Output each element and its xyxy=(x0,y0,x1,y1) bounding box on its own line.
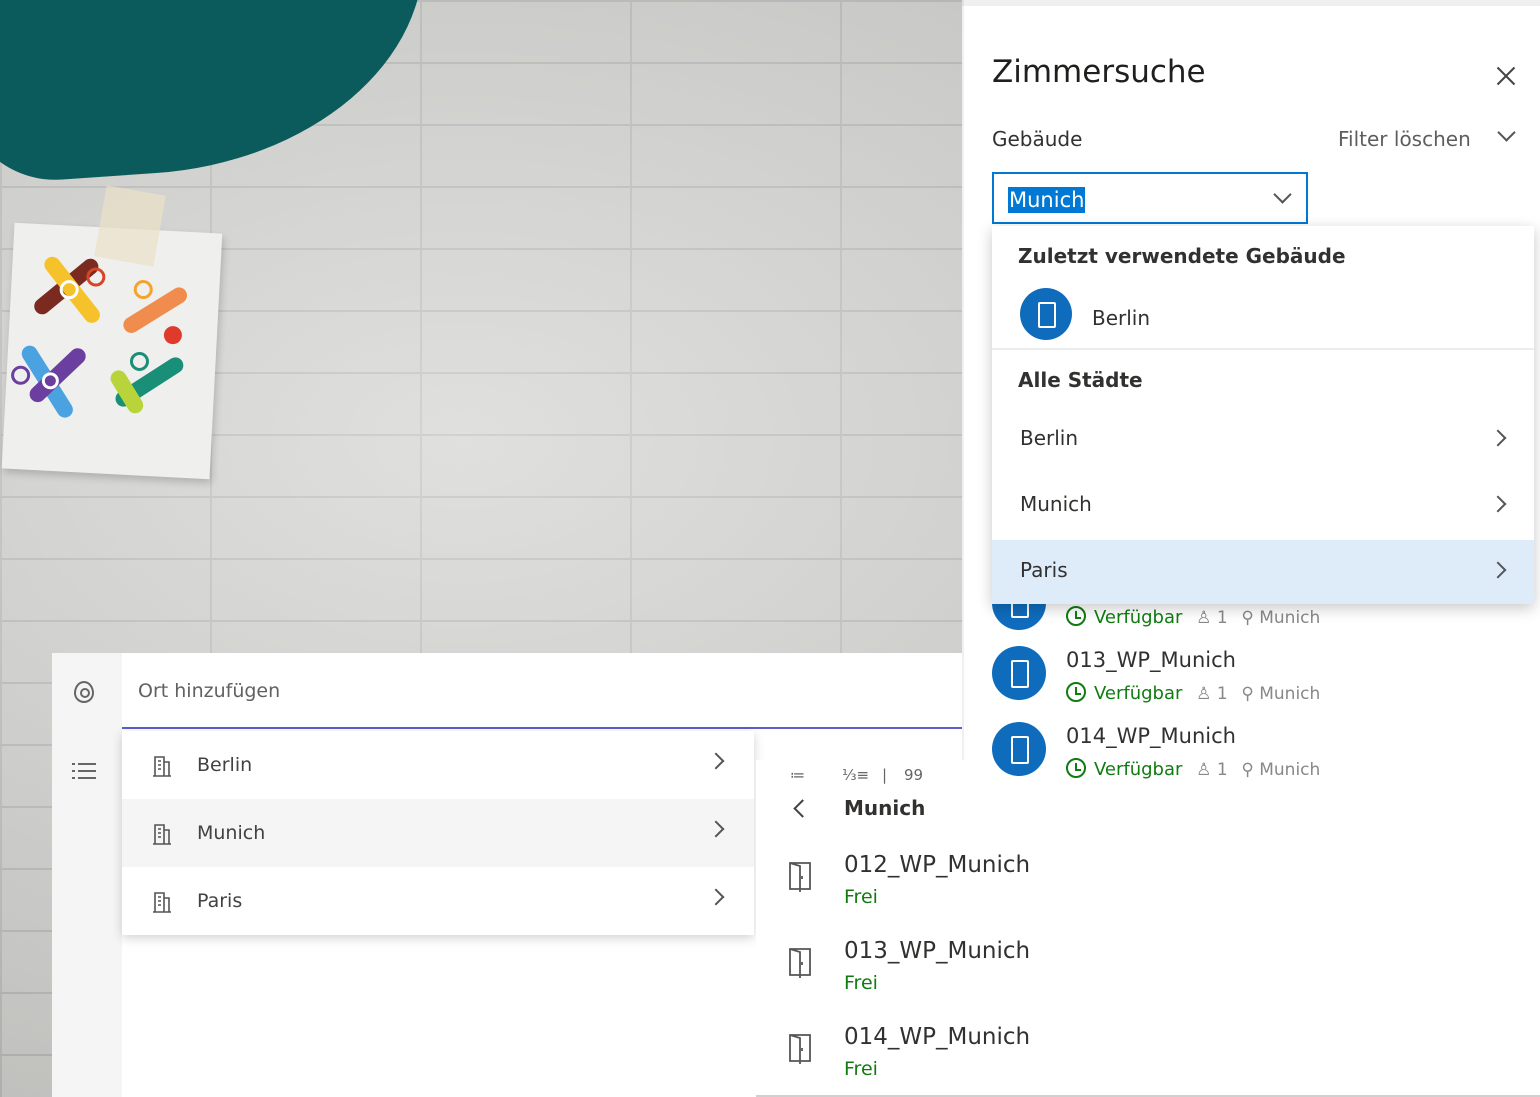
city-option-label: Paris xyxy=(1020,558,1068,582)
city-option-label: Berlin xyxy=(1020,426,1079,450)
format-toolbar: ≔ ⅓≡ | 99 xyxy=(756,766,966,790)
back-chevron-icon[interactable] xyxy=(793,799,812,818)
availability-text: Verfügbar xyxy=(1094,607,1183,628)
flyout-divider xyxy=(992,348,1534,350)
clear-filter-button[interactable]: Filter löschen xyxy=(1338,127,1471,151)
capacity-value: 1 xyxy=(1216,684,1228,704)
capacity-value: 1 xyxy=(1216,760,1228,780)
building-icon xyxy=(152,753,172,777)
location-text: ⚲ Munich xyxy=(1241,684,1321,704)
clock-icon xyxy=(1066,758,1086,778)
building-icon xyxy=(152,821,172,845)
location-option-label: Munich xyxy=(197,822,266,844)
room-row[interactable]: 013_WP_Munich Frei xyxy=(756,938,1540,1018)
room-list-panel: Munich 012_WP_Munich Frei 013_WP_Munich … xyxy=(756,760,1540,1097)
room-row[interactable]: 014_WP_Munich Frei xyxy=(756,1024,1540,1097)
tape-strip xyxy=(94,185,166,267)
room-availability: Verfügbar ♙ 1 ⚲ Munich xyxy=(1066,758,1320,780)
chevron-right-icon xyxy=(707,752,725,770)
city-option-label: Munich xyxy=(1020,492,1092,516)
room-status: Frei xyxy=(844,886,878,908)
room-name: 014_WP_Munich xyxy=(844,1024,1031,1050)
chevron-right-icon xyxy=(707,820,725,838)
clock-icon xyxy=(1066,682,1086,702)
location-input[interactable] xyxy=(122,655,962,729)
location-text: ⚲ Munich xyxy=(1241,760,1321,780)
panel-seam xyxy=(962,0,964,760)
room-list-title: Munich xyxy=(844,796,926,820)
details-list-icon xyxy=(72,763,96,779)
clock-icon xyxy=(1066,606,1086,626)
door-icon xyxy=(786,860,814,892)
panel-top-strip xyxy=(962,0,1540,6)
building-dropdown-flyout: Zuletzt verwendete Gebäude Berlin Alle S… xyxy=(992,226,1534,604)
chevron-right-icon xyxy=(1489,495,1507,513)
room-status: Frei xyxy=(844,1058,878,1080)
numbered-list-icon[interactable]: ⅓≡ xyxy=(842,766,869,784)
chevron-down-icon[interactable] xyxy=(1497,123,1516,142)
panel-title: Zimmersuche xyxy=(992,54,1206,90)
bullet-list-icon[interactable]: ≔ xyxy=(790,766,805,784)
room-availability: Verfügbar ♙ 1 ⚲ Munich xyxy=(1066,606,1320,628)
chevron-right-icon xyxy=(1489,561,1507,579)
capacity-value: 1 xyxy=(1216,608,1228,628)
room-door-icon xyxy=(992,722,1046,776)
chevron-right-icon xyxy=(1489,429,1507,447)
location-pin-icon xyxy=(74,681,94,703)
recent-building-berlin[interactable]: Berlin xyxy=(1092,306,1150,330)
location-option-paris[interactable]: Paris xyxy=(122,867,754,935)
recent-buildings-heading: Zuletzt verwendete Gebäude xyxy=(1018,244,1346,268)
room-row[interactable]: 012_WP_Munich Frei xyxy=(756,852,1540,932)
quote-icon[interactable]: 99 xyxy=(904,766,923,784)
toolbar-divider: | xyxy=(882,766,888,784)
capacity-text: ♙ 1 xyxy=(1196,684,1228,704)
door-icon xyxy=(786,1032,814,1064)
room-finder-name: 013_WP_Munich xyxy=(1066,648,1236,672)
room-status: Frei xyxy=(844,972,878,994)
building-combobox-value[interactable]: Munich xyxy=(1008,187,1086,213)
availability-text: Verfügbar xyxy=(1094,683,1183,704)
location-option-label: Berlin xyxy=(197,754,253,776)
building-icon xyxy=(152,889,172,913)
room-door-icon xyxy=(992,646,1046,700)
form-icon-gutter xyxy=(52,653,122,1097)
room-name: 013_WP_Munich xyxy=(844,938,1031,964)
building-field-label: Gebäude xyxy=(992,127,1083,151)
capacity-text: ♙ 1 xyxy=(1196,608,1228,628)
city-option-paris[interactable]: Paris xyxy=(992,540,1534,604)
location-suggestions: Berlin Munich Paris xyxy=(122,731,754,935)
all-cities-heading: Alle Städte xyxy=(1018,368,1143,392)
door-icon xyxy=(786,946,814,978)
app-logos-icon xyxy=(11,256,188,418)
location-text: ⚲ Munich xyxy=(1241,608,1321,628)
room-name: 012_WP_Munich xyxy=(844,852,1031,878)
capacity-text: ♙ 1 xyxy=(1196,760,1228,780)
location-option-label: Paris xyxy=(197,890,243,912)
location-value: Munich xyxy=(1259,684,1321,704)
room-availability: Verfügbar ♙ 1 ⚲ Munich xyxy=(1066,682,1320,704)
city-option-munich[interactable]: Munich xyxy=(992,474,1534,538)
chevron-down-icon[interactable] xyxy=(1273,185,1292,204)
availability-text: Verfügbar xyxy=(1094,759,1183,780)
room-finder-row[interactable]: 014_WP_Munich Verfügbar ♙ 1 ⚲ Munich xyxy=(992,722,1532,798)
close-icon[interactable] xyxy=(1494,64,1518,88)
location-value: Munich xyxy=(1259,608,1321,628)
sticky-note-logo xyxy=(1,222,223,480)
location-value: Munich xyxy=(1259,760,1321,780)
building-combobox[interactable]: Munich xyxy=(992,172,1308,224)
room-finder-row[interactable]: 013_WP_Munich Verfügbar ♙ 1 ⚲ Munich xyxy=(992,646,1532,722)
building-avatar-icon xyxy=(1020,288,1072,340)
chevron-right-icon xyxy=(707,888,725,906)
location-option-munich[interactable]: Munich xyxy=(122,799,754,867)
city-option-berlin[interactable]: Berlin xyxy=(992,408,1534,472)
location-option-berlin[interactable]: Berlin xyxy=(122,731,754,799)
room-finder-name: 014_WP_Munich xyxy=(1066,724,1236,748)
